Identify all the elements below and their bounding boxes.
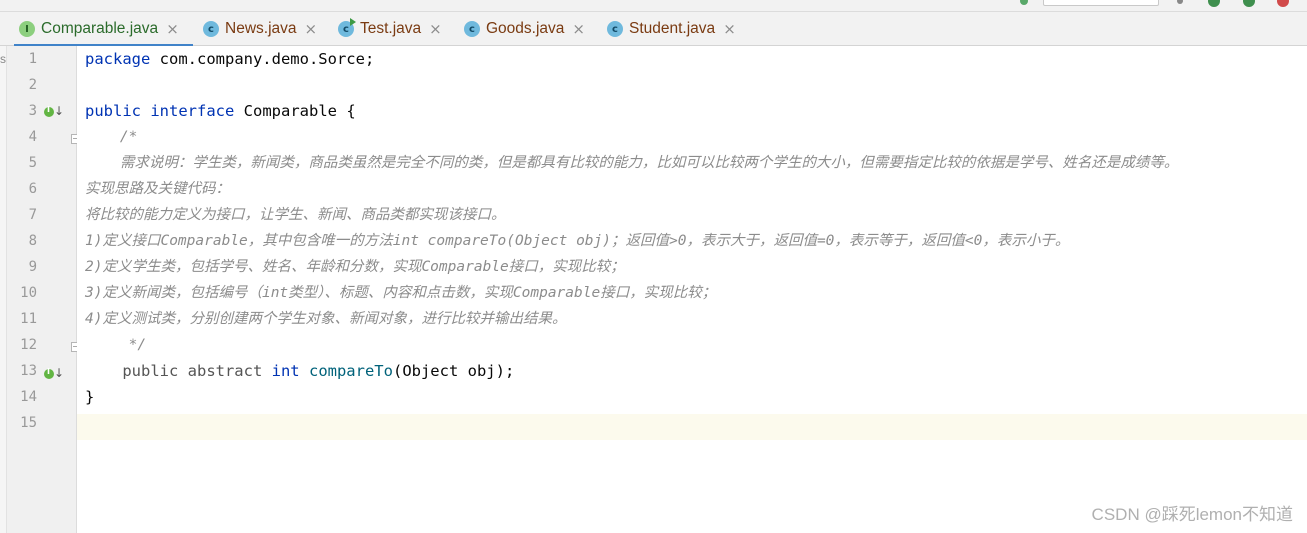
line-number: 5 [28, 155, 37, 171]
keyword: public [85, 102, 141, 120]
tab-goods[interactable]: c Goods.java × [452, 12, 596, 46]
line-number: 2 [28, 77, 37, 93]
interface-icon: I [19, 21, 35, 37]
keyword: package [85, 50, 151, 68]
code-line-7: 将比较的能力定义为接口，让学生、新闻、商品类都实现该接口。 [85, 207, 506, 223]
editor-gutter[interactable]: 1 2 3 4 5 6 7 8 9 10 11 12 13 14 15 ↓ ↓ [7, 46, 81, 533]
tab-label: Goods.java [486, 20, 565, 37]
close-icon[interactable]: × [166, 20, 179, 38]
code-line-12: */ [85, 337, 147, 353]
tab-label: Student.java [629, 20, 716, 37]
method-name: compareTo [308, 362, 393, 380]
tab-news[interactable]: c News.java × [191, 12, 327, 46]
line-number: 7 [28, 207, 37, 223]
editor-tabs: I Comparable.java × c News.java × c Test… [0, 12, 1307, 47]
keyword: int [271, 362, 300, 380]
line-number: 3 [28, 103, 37, 119]
close-icon[interactable]: × [429, 20, 442, 38]
tab-student[interactable]: c Student.java × [595, 12, 751, 46]
code-line-13: public abstract int compareTo(Object obj… [85, 358, 514, 384]
build-icon[interactable] [1020, 0, 1028, 5]
line-number: 11 [20, 311, 37, 327]
code-line-6: 实现思路及关键代码： [85, 181, 230, 197]
run-configuration-select[interactable] [1043, 0, 1159, 6]
close-icon[interactable]: × [305, 20, 318, 38]
implemented-marker-icon[interactable]: ↓ [44, 104, 64, 119]
line-number: 8 [28, 233, 37, 249]
line-number: 1 [28, 51, 37, 67]
tab-label: Test.java [360, 20, 422, 37]
keyword: interface [150, 102, 235, 120]
code-line-14: } [85, 388, 95, 406]
dropdown-icon[interactable] [1177, 0, 1183, 4]
top-toolbar [0, 0, 1307, 12]
class-icon: c [203, 21, 219, 37]
line-number: 14 [20, 389, 37, 405]
tab-label: News.java [225, 20, 297, 37]
panel-edge-text: s [0, 52, 6, 66]
project-panel-edge[interactable]: s [0, 46, 7, 533]
code-line-4: /* [85, 129, 138, 145]
line-number: 15 [20, 415, 37, 431]
current-line-highlight [77, 414, 1307, 440]
stop-icon[interactable] [1277, 0, 1289, 7]
code-line-8: 1)定义接口Comparable，其中包含唯一的方法int compareTo(… [85, 233, 1070, 249]
line-number: 10 [20, 285, 37, 301]
code-text: com.company.demo.Sorce; [150, 50, 375, 68]
class-icon: c [607, 21, 623, 37]
code-editor[interactable]: package com.company.demo.Sorce; public i… [77, 46, 1307, 533]
tab-label: Comparable.java [41, 20, 159, 37]
code-line-3: public interface Comparable { [85, 98, 356, 124]
code-line-10: 3)定义新闻类，包括编号（int类型）、标题、内容和点击数，实现Comparab… [85, 285, 717, 301]
modifiers: public abstract [85, 362, 272, 380]
implemented-marker-icon[interactable]: ↓ [44, 366, 64, 381]
code-line-5: 需求说明：学生类，新闻类，商品类虽然是完全不同的类，但是都具有比较的能力，比如可… [85, 155, 1179, 171]
code-line-9: 2)定义学生类，包括学号、姓名、年龄和分数，实现Comparable接口，实现比… [85, 259, 625, 275]
line-number: 6 [28, 181, 37, 197]
close-icon[interactable]: × [572, 20, 585, 38]
code-line-11: 4)定义测试类，分别创建两个学生对象、新闻对象，进行比较并输出结果。 [85, 311, 567, 327]
run-icon[interactable] [1208, 0, 1220, 7]
code-text: (Object obj); [392, 362, 515, 380]
class-icon: c [464, 21, 480, 37]
code-line-1: package com.company.demo.Sorce; [85, 46, 374, 72]
line-number: 4 [28, 129, 37, 145]
watermark: CSDN @踩死lemon不知道 [1091, 505, 1293, 524]
code-text: Comparable { [234, 102, 356, 120]
runnable-class-icon: c [338, 18, 356, 37]
close-icon[interactable]: × [723, 20, 736, 38]
tab-test[interactable]: c Test.java × [326, 12, 454, 46]
line-number: 9 [28, 259, 37, 275]
tab-comparable[interactable]: I Comparable.java × [7, 12, 193, 47]
line-number: 12 [20, 337, 37, 353]
debug-icon[interactable] [1243, 0, 1255, 7]
line-number: 13 [20, 363, 37, 379]
